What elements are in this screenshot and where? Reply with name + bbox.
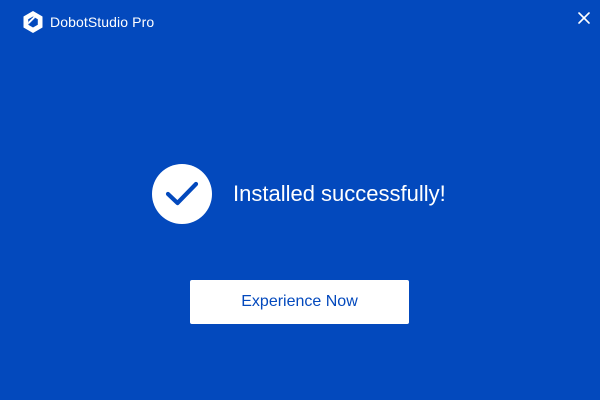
dobot-logo-icon xyxy=(22,10,44,34)
success-badge xyxy=(152,164,212,224)
success-message-row: Installed successfully! xyxy=(152,164,446,224)
close-button[interactable] xyxy=(574,8,594,28)
installer-window: DobotStudio Pro Installed successfully! … xyxy=(0,0,600,400)
checkmark-icon xyxy=(165,181,199,206)
close-icon xyxy=(578,12,590,24)
title-bar: DobotStudio Pro xyxy=(0,0,600,44)
status-message: Installed successfully! xyxy=(233,181,446,206)
app-title: DobotStudio Pro xyxy=(50,14,155,30)
experience-now-button[interactable]: Experience Now xyxy=(190,280,409,324)
